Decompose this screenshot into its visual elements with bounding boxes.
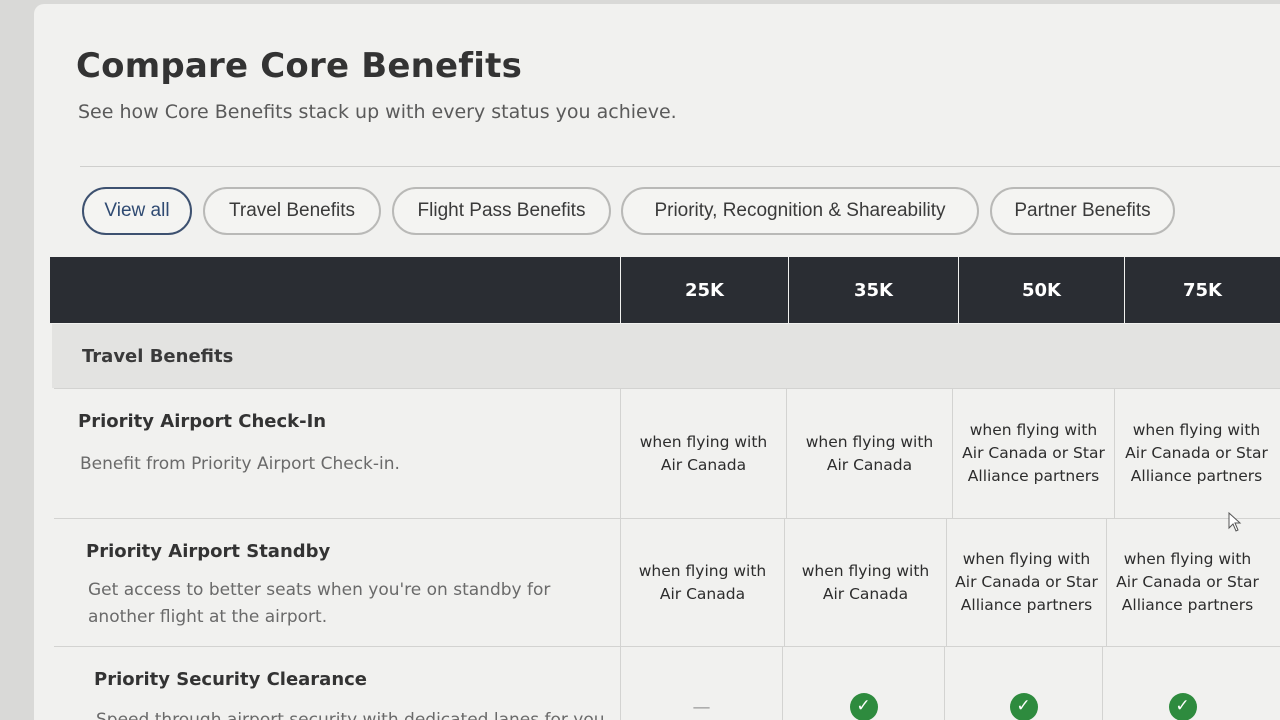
column-75k: 75K — [1124, 257, 1280, 323]
benefit-name: Priority Airport Check-In — [78, 411, 327, 432]
cell-35k: when flying with Air Canada — [786, 389, 952, 518]
page-subtitle: See how Core Benefits stack up with ever… — [78, 101, 677, 123]
cell-50k: ✓ — [944, 647, 1102, 720]
benefit-description: Get access to better seats when you're o… — [88, 580, 551, 627]
benefits-page: Compare Core Benefits See how Core Benef… — [34, 4, 1280, 720]
cell-75k: ✓ — [1102, 647, 1262, 720]
not-included-dash: — — [692, 697, 711, 718]
filter-partner-benefits[interactable]: Partner Benefits — [990, 187, 1175, 235]
cell-25k: when flying with Air Canada — [620, 389, 786, 518]
column-50k: 50K — [958, 257, 1124, 323]
table-row: Priority Security Clearance Speed throug… — [54, 646, 1280, 720]
page-title: Compare Core Benefits — [76, 46, 523, 86]
filter-priority-recognition[interactable]: Priority, Recognition & Shareability — [621, 187, 979, 235]
benefit-name: Priority Airport Standby — [86, 541, 331, 562]
column-35k: 35K — [788, 257, 958, 323]
check-icon: ✓ — [849, 692, 878, 720]
check-icon: ✓ — [1009, 692, 1038, 720]
check-icon: ✓ — [1168, 692, 1197, 720]
cell-35k: when flying with Air Canada — [784, 519, 946, 646]
table-header: 25K 35K 50K 75K — [50, 257, 1280, 323]
table-row: Priority Airport Check-In Benefit from P… — [54, 388, 1280, 518]
filter-travel-benefits[interactable]: Travel Benefits — [203, 187, 381, 235]
cell-25k: — — [620, 647, 782, 720]
table-row: Priority Airport Standby Get access to b… — [54, 518, 1280, 646]
section-header: Travel Benefits — [52, 324, 1280, 388]
benefit-name: Priority Security Clearance — [94, 669, 368, 690]
cell-25k: when flying with Air Canada — [620, 519, 784, 646]
cell-35k: ✓ — [782, 647, 944, 720]
filter-flight-pass-benefits[interactable]: Flight Pass Benefits — [392, 187, 611, 235]
filter-view-all[interactable]: View all — [82, 187, 192, 235]
cursor-icon — [1228, 512, 1242, 532]
benefit-description: Benefit from Priority Airport Check-in. — [80, 454, 400, 474]
cell-75k: when flying with Air Canada or Star Alli… — [1106, 519, 1268, 646]
benefit-description: Speed through airport security with dedi… — [96, 710, 605, 720]
divider — [80, 166, 1280, 167]
cell-50k: when flying with Air Canada or Star Alli… — [952, 389, 1114, 518]
cell-75k: when flying with Air Canada or Star Alli… — [1114, 389, 1278, 518]
column-25k: 25K — [620, 257, 788, 323]
cell-50k: when flying with Air Canada or Star Alli… — [946, 519, 1106, 646]
